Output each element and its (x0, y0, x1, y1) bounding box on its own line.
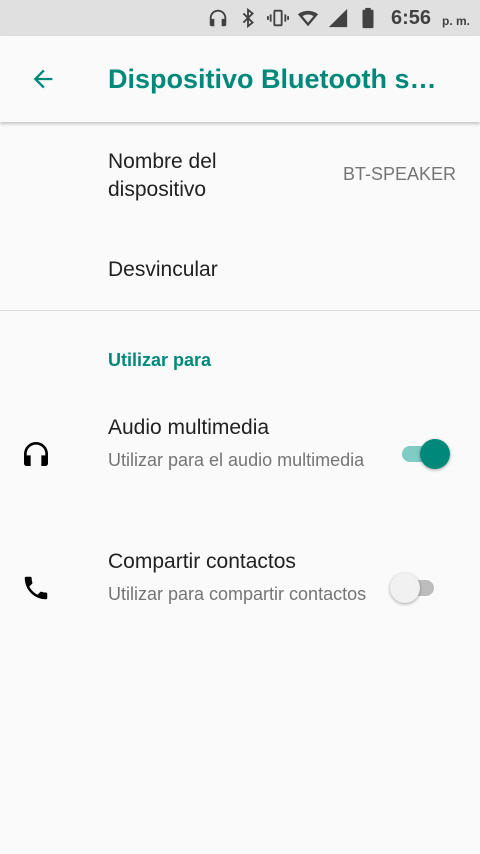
headphones-icon (207, 7, 229, 29)
status-bar: 6:56 p. m. (0, 0, 480, 36)
wifi-icon (297, 7, 319, 29)
toggle-thumb (420, 439, 450, 469)
device-name-row[interactable]: Nombre del dispositivo BT-SPEAKER (0, 122, 480, 228)
cell-signal-icon (327, 7, 349, 29)
phone-icon (18, 570, 54, 606)
media-audio-toggle[interactable] (398, 436, 450, 470)
clock-time: 6:56 (390, 6, 431, 29)
contact-sharing-toggle[interactable] (390, 570, 442, 604)
unpair-label: Desvincular (108, 258, 218, 281)
vibrate-icon (266, 7, 289, 29)
battery-icon (357, 7, 379, 29)
preference-title: Compartir contactos (108, 550, 296, 573)
status-icons: 6:56 p. m. (207, 0, 470, 36)
back-button[interactable] (22, 58, 64, 100)
app-bar: Dispositivo Bluetooth s… (0, 36, 480, 122)
clock-ampm: p. m. (441, 14, 470, 28)
preference-summary: Utilizar para el audio multimedia (108, 450, 365, 470)
unpair-row[interactable]: Desvincular (0, 228, 480, 310)
page-title: Dispositivo Bluetooth s… (108, 64, 437, 94)
device-name-label: Nombre del dispositivo (108, 150, 217, 201)
divider (0, 310, 480, 311)
preference-title: Audio multimedia (108, 416, 270, 439)
headphones-icon (18, 436, 54, 472)
section-header: Utilizar para (108, 350, 212, 370)
bluetooth-icon (237, 7, 259, 29)
arrow-back-icon (33, 69, 53, 89)
contact-sharing-preference[interactable]: Compartir contactos Utilizar para compar… (0, 534, 480, 664)
toggle-thumb (390, 573, 420, 603)
preference-summary: Utilizar para compartir contactos (108, 584, 367, 604)
media-audio-preference[interactable]: Audio multimedia Utilizar para el audio … (0, 400, 480, 530)
device-name-value: BT-SPEAKER (342, 164, 456, 184)
